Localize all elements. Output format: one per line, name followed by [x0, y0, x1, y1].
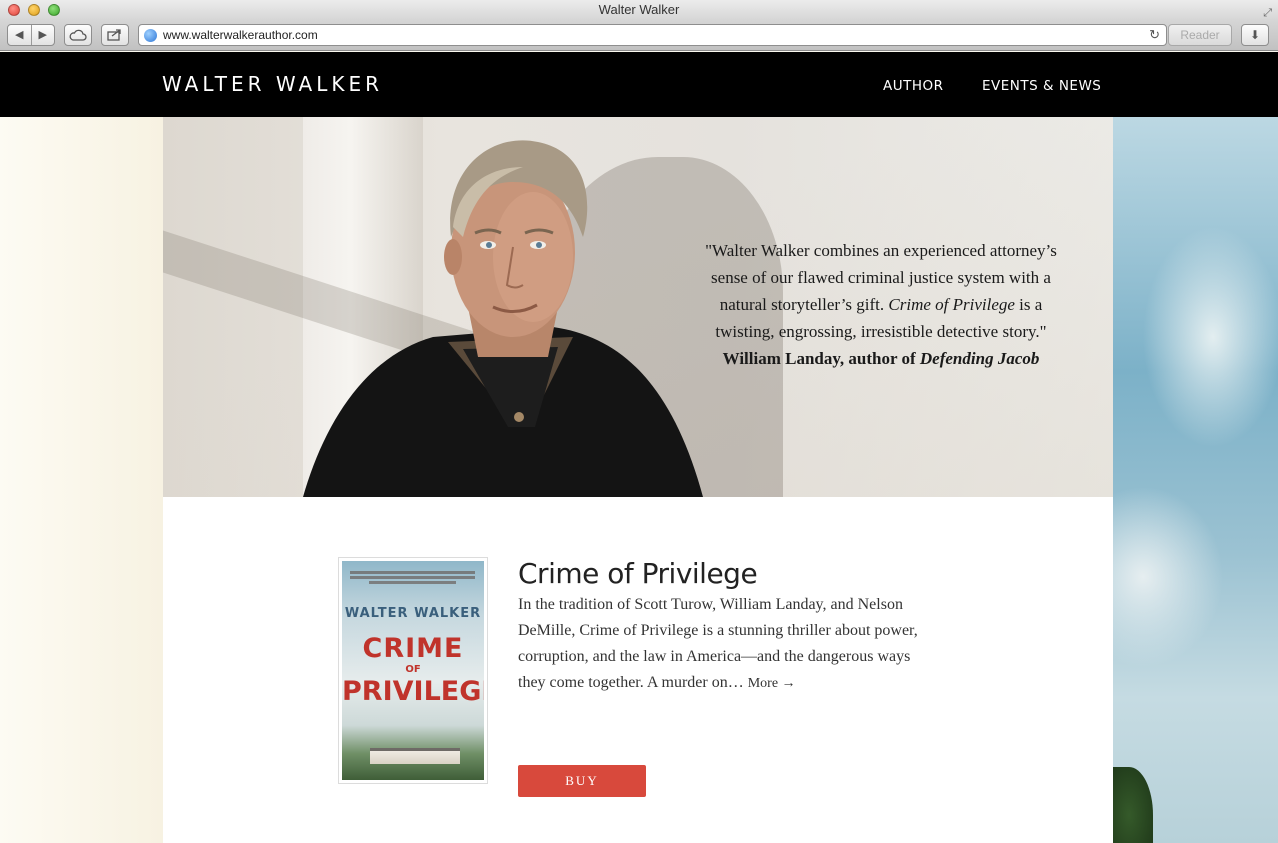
book-title[interactable]: Crime of Privilege — [518, 557, 758, 590]
back-button[interactable]: ◀ — [8, 25, 32, 45]
background-left — [0, 117, 163, 843]
more-link[interactable]: More → — [748, 676, 796, 691]
attribution-author: William Landay, author of — [722, 349, 916, 368]
minimize-window-button[interactable] — [28, 4, 40, 16]
share-button[interactable] — [101, 24, 129, 46]
cover-author: WALTER WALKER — [344, 606, 482, 621]
nav-events-news-link[interactable]: EVENTS & NEWS — [982, 78, 1101, 94]
download-icon: ⬇ — [1249, 28, 1261, 42]
close-window-button[interactable] — [8, 4, 20, 16]
book-description: In the tradition of Scott Turow, William… — [518, 592, 938, 697]
page-viewport: WALTER WALKER AUTHOR EVENTS & NEWS "Walt… — [0, 52, 1278, 843]
author-portrait — [303, 140, 703, 497]
cover-title-line2: PRIVILEGE — [342, 676, 484, 707]
zoom-window-button[interactable] — [48, 4, 60, 16]
book-cover[interactable]: WALTER WALKER CRIME OF PRIVILEGE — [338, 557, 488, 784]
nav-author-link[interactable]: AUTHOR — [883, 78, 944, 94]
address-bar[interactable]: www.walterwalkerauthor.com ↻ — [138, 24, 1167, 46]
book-cover-art: WALTER WALKER CRIME OF PRIVILEGE — [342, 561, 484, 780]
downloads-button[interactable]: ⬇ — [1241, 24, 1269, 46]
back-forward-buttons: ◀ ▶ — [7, 24, 55, 46]
quote-book-title: Crime of Privilege — [888, 295, 1015, 314]
quote-attribution: William Landay, author of Defending Jaco… — [723, 349, 1040, 368]
hero-quote: "Walter Walker combines an experienced a… — [691, 237, 1071, 372]
window-titlebar: Walter Walker ⤢ — [0, 0, 1278, 20]
reload-icon[interactable]: ↻ — [1149, 27, 1160, 43]
attribution-book: Defending Jacob — [919, 349, 1040, 368]
url-text[interactable]: www.walterwalkerauthor.com — [163, 28, 318, 42]
cover-house-illustration — [370, 748, 460, 764]
buy-button[interactable]: BUY — [518, 765, 646, 797]
window-title: Walter Walker — [598, 2, 680, 17]
browser-toolbar: ◀ ▶ www.walterwalkerauthor.com ↻ Reader … — [0, 20, 1278, 51]
cover-title-line1: CRIME — [362, 633, 464, 664]
hero-banner: "Walter Walker combines an experienced a… — [163, 117, 1113, 497]
cover-title-of: OF — [405, 664, 421, 675]
icloud-tabs-button[interactable] — [64, 24, 92, 46]
forward-button[interactable]: ▶ — [32, 25, 55, 45]
reader-button[interactable]: Reader — [1168, 24, 1232, 46]
globe-icon — [144, 29, 157, 42]
site-header: WALTER WALKER AUTHOR EVENTS & NEWS — [0, 52, 1278, 117]
cover-blurb-lines — [350, 569, 475, 589]
share-icon — [107, 29, 121, 41]
window-controls — [8, 4, 60, 16]
site-logo[interactable]: WALTER WALKER — [162, 72, 383, 96]
book-section: WALTER WALKER CRIME OF PRIVILEGE Crime o… — [163, 497, 1113, 843]
background-sky — [1113, 117, 1278, 843]
cloud-icon — [69, 29, 87, 41]
book-description-text: In the tradition of Scott Turow, William… — [518, 596, 918, 691]
